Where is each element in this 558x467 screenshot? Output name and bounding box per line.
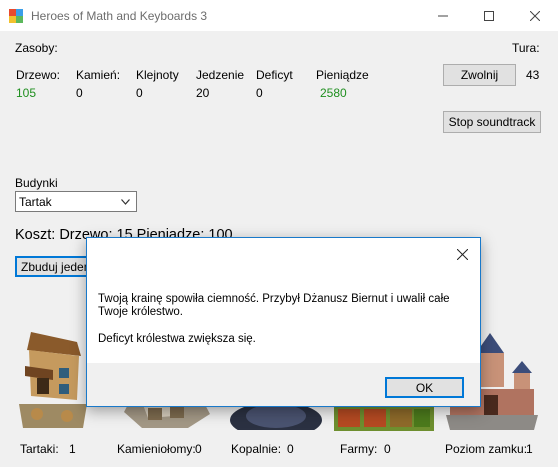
dialog-message-line3: Deficyt królestwa zwiększa się.	[98, 333, 256, 345]
turn-value: 43	[526, 68, 540, 82]
buildings-label: Budynki	[15, 176, 58, 190]
resource-value-money: 2580	[320, 86, 347, 100]
stat-label-castle-level: Poziom zamku:	[445, 442, 528, 456]
resource-label-stone: Kamień:	[76, 68, 121, 82]
stop-soundtrack-button[interactable]: Stop soundtrack	[443, 111, 541, 133]
stat-value-mines: 0	[287, 442, 294, 456]
stat-label-farms: Farmy:	[340, 442, 378, 456]
stat-label-quarries: Kamieniołomy:	[117, 442, 196, 456]
app-icon	[9, 9, 23, 23]
minimize-button[interactable]	[420, 0, 466, 31]
minimize-icon	[438, 15, 448, 16]
resource-value-stone: 0	[76, 86, 83, 100]
stat-value-castle-level: 1	[526, 442, 533, 456]
stat-label-sawmills: Tartaki:	[20, 442, 59, 456]
stat-value-sawmills: 1	[69, 442, 76, 456]
building-select[interactable]: Tartak	[15, 191, 137, 212]
resource-value-gems: 0	[136, 86, 143, 100]
dialog-close-button[interactable]	[452, 244, 472, 264]
dialog-message-line2: Twoje królestwo.	[98, 306, 184, 318]
stat-value-farms: 0	[384, 442, 391, 456]
resource-label-food: Jedzenie	[196, 68, 245, 82]
ok-button[interactable]: OK	[385, 377, 464, 398]
close-button[interactable]	[512, 0, 558, 31]
resource-value-deficit: 0	[256, 86, 263, 100]
dialog-message-line1: Twoją krainę spowiła ciemność. Przybył D…	[98, 293, 450, 305]
dialog-body: Twoją krainę spowiła ciemność. Przybył D…	[87, 238, 480, 363]
resource-label-wood: Drzewo:	[16, 68, 61, 82]
maximize-icon	[484, 10, 494, 21]
resources-header: Zasoby:	[15, 41, 58, 55]
dialog-message: Twoją krainę spowiła ciemność. Przybył D…	[98, 293, 470, 346]
end-turn-button[interactable]: Zwolnij	[443, 64, 516, 86]
resource-label-money: Pieniądze	[316, 68, 369, 82]
resource-value-food: 20	[196, 86, 210, 100]
building-select-value: Tartak	[19, 194, 52, 209]
farm-image	[334, 405, 434, 431]
close-icon	[530, 10, 540, 21]
stat-label-mines: Kopalnie:	[231, 442, 282, 456]
resource-value-wood: 105	[16, 86, 37, 100]
close-icon	[456, 248, 468, 260]
maximize-button[interactable]	[466, 0, 512, 31]
title-bar: Heroes of Math and Keyboards 3	[0, 0, 558, 31]
chevron-down-icon	[121, 199, 130, 205]
sawmill-image	[19, 332, 87, 428]
resource-label-gems: Klejnoty	[136, 68, 179, 82]
window-title: Heroes of Math and Keyboards 3	[31, 9, 208, 23]
stat-value-quarries: 0	[195, 442, 202, 456]
message-dialog: Twoją krainę spowiła ciemność. Przybył D…	[86, 237, 481, 407]
resource-label-deficit: Deficyt	[256, 68, 293, 82]
turn-label: Tura:	[512, 41, 540, 55]
